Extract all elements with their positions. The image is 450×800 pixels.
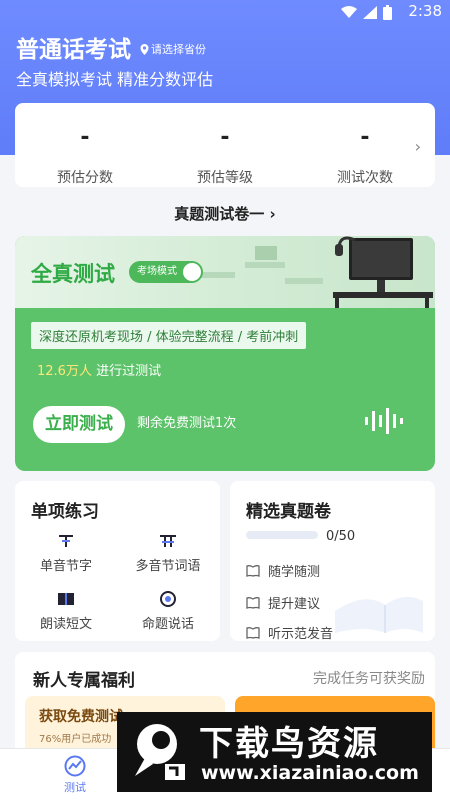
province-selector[interactable]: 请选择省份 [140,41,206,57]
exam-paper-link[interactable]: 真题测试卷一 › [0,203,450,224]
tab-test[interactable]: 测试 [40,755,110,795]
battery-icon [383,5,392,20]
single-char-icon [59,535,73,547]
single-practice-card: 单项练习 单音节字 多音节词语 朗读短文 命题说话 [15,481,220,641]
stat-estimated-level: - 预估等级 [155,125,295,187]
book-illustration [335,596,423,633]
benefits-reward-hint: 完成任务可获奖励 [313,671,425,687]
multi-char-icon [160,535,176,547]
participant-suffix: 进行过测试 [96,364,162,379]
free-tests-remaining: 剩余免费测试1次 [137,416,237,431]
task-subtitle: 76%用户已成功 [39,734,112,745]
open-book-icon [246,626,260,639]
classroom-desks [195,246,323,284]
papers-progress-text: 0/50 [326,529,356,544]
stat-label: 预估等级 [197,170,253,186]
paper-item-label: 随学随测 [268,565,321,580]
exam-paper-label: 真题测试卷一 [174,205,265,223]
participant-number: 12.6万人 [37,364,92,379]
task-title: 获取免费测试 [39,709,123,725]
page-title: 普通话考试 [16,37,131,63]
paper-item-label: 提升建议 [268,597,321,612]
header-subtitle: 全真模拟考试 精准分数评估 [16,70,214,89]
selected-papers-card[interactable]: 精选真题卷 0/50 随学随测 提升建议 听示范发音 [230,481,435,642]
mock-test-title: 全真测试 [31,262,115,286]
mock-test-tagline: 深度还原机考现场 / 体验完整流程 / 考前冲刺 [31,322,307,349]
start-test-button[interactable]: 立即测试 [33,406,125,443]
exam-mode-label: 考场模式 [137,266,177,277]
stat-value: - [80,125,90,150]
signal-icon [363,6,377,19]
open-book-icon [246,564,260,577]
selected-papers-title: 精选真题卷 [246,502,331,522]
status-time: 2:38 [408,2,442,20]
practice-label: 单音节字 [39,559,92,574]
open-book-icon [246,596,260,609]
practice-item-multi-char[interactable]: 多音节词语 [123,533,213,574]
practice-item-reading[interactable]: 朗读短文 [21,591,111,632]
computer-illustration [333,236,433,308]
watermark-text: 下载鸟资源 [199,724,379,764]
province-label: 请选择省份 [151,43,206,56]
status-bar: 2:38 [0,0,450,24]
participant-count: 12.6万人 进行过测试 [37,360,161,379]
stats-card[interactable]: - 预估分数 - 预估等级 - 测试次数 › [15,103,435,187]
watermark-banner: 下载鸟资源 www.xiazainiao.com [117,712,432,792]
tab-label: 测试 [64,781,86,794]
paper-item-label: 听示范发音 [268,627,334,642]
practice-item-single-char[interactable]: 单音节字 [21,533,111,574]
practice-label: 朗读短文 [39,617,92,632]
papers-progress-bar [246,531,318,539]
book-icon [58,593,74,605]
practice-label: 多音节词语 [135,559,201,574]
test-tab-icon [64,755,86,777]
wifi-icon [341,6,357,18]
exam-mode-toggle[interactable]: 考场模式 [129,261,203,283]
toggle-knob [183,263,201,281]
stat-label: 预估分数 [57,170,113,186]
mock-test-card[interactable]: 全真测试 考场模式 深度还原机考现场 / 体验完整流程 / 考前冲刺 12.6万… [15,236,435,471]
stat-estimated-score: - 预估分数 [15,125,155,187]
practice-item-topic-speech[interactable]: 命题说话 [123,591,213,632]
chevron-right-icon: › [269,205,276,223]
paper-item: 随学随测 [246,561,320,580]
paper-item: 提升建议 [246,593,320,612]
paper-item: 听示范发音 [246,623,333,642]
speech-icon [160,591,176,607]
chevron-right-icon[interactable]: › [415,137,421,156]
location-icon [140,43,149,55]
stat-label: 测试次数 [337,170,393,186]
watermark-url: www.xiazainiao.com [201,762,419,784]
practice-label: 命题说话 [141,617,194,632]
benefits-title: 新人专属福利 [33,671,135,691]
stat-value: - [220,125,230,150]
bird-logo [135,724,185,780]
sound-wave-icon [365,408,403,434]
stat-test-count: - 测试次数 [295,125,435,187]
single-practice-title: 单项练习 [31,502,99,522]
